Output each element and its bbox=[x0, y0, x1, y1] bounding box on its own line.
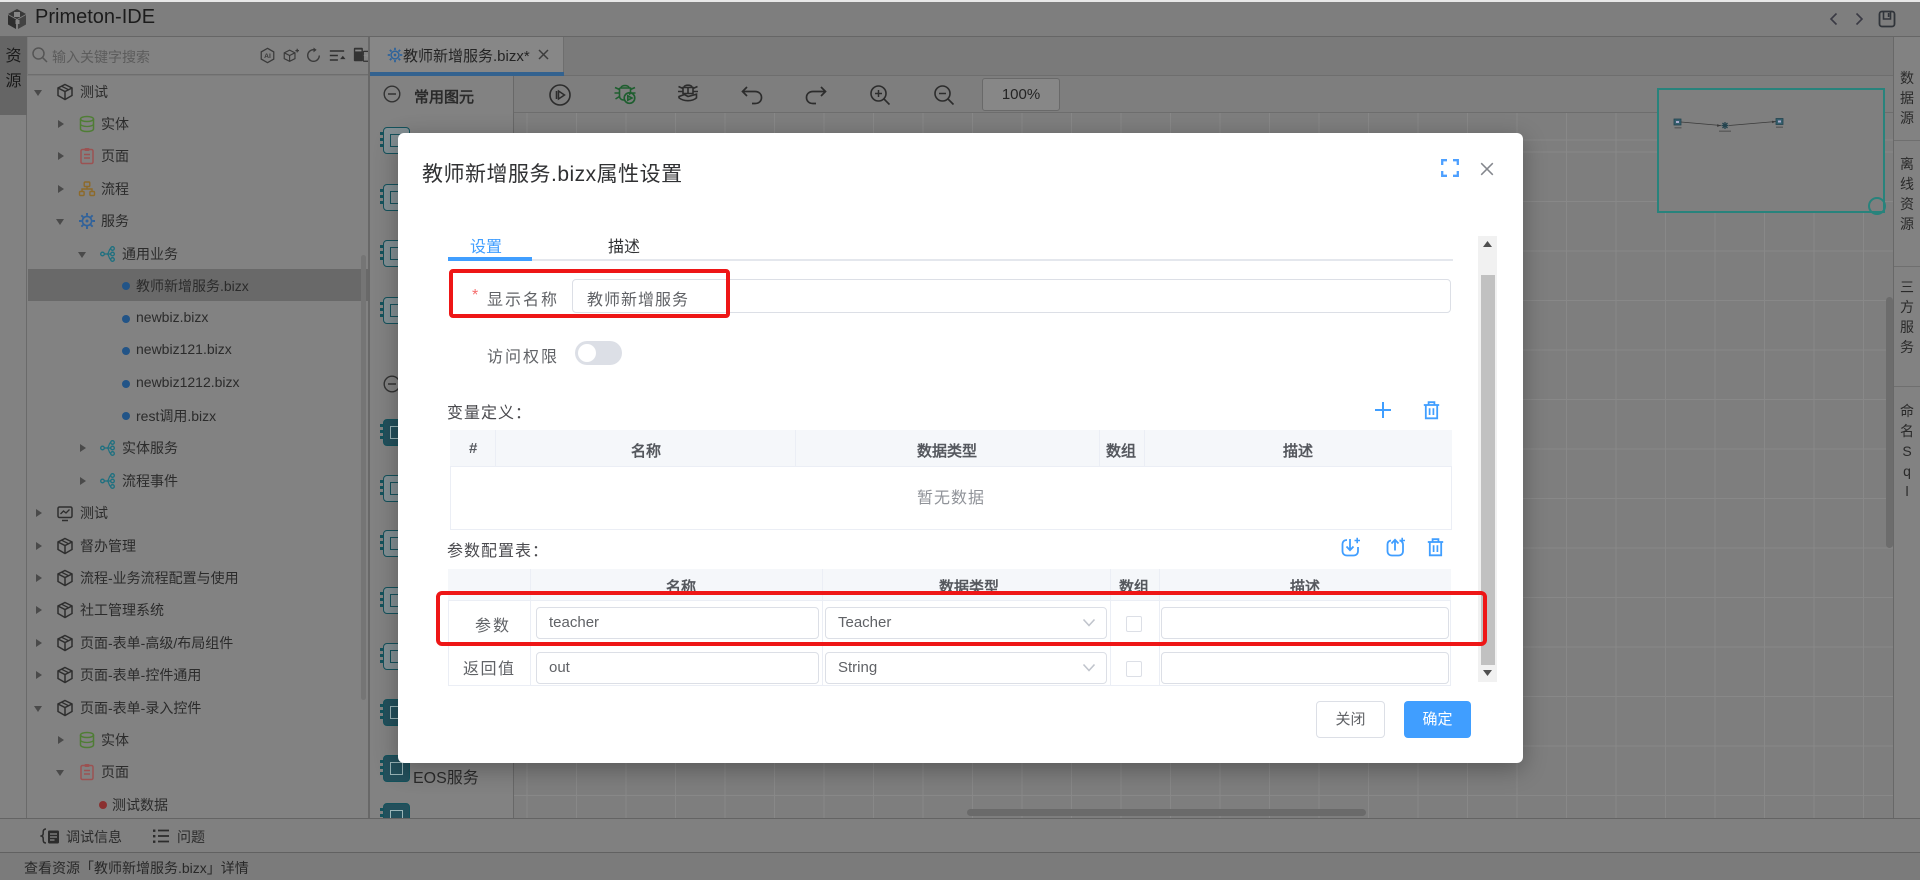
svg-text:AI: AI bbox=[264, 53, 271, 60]
